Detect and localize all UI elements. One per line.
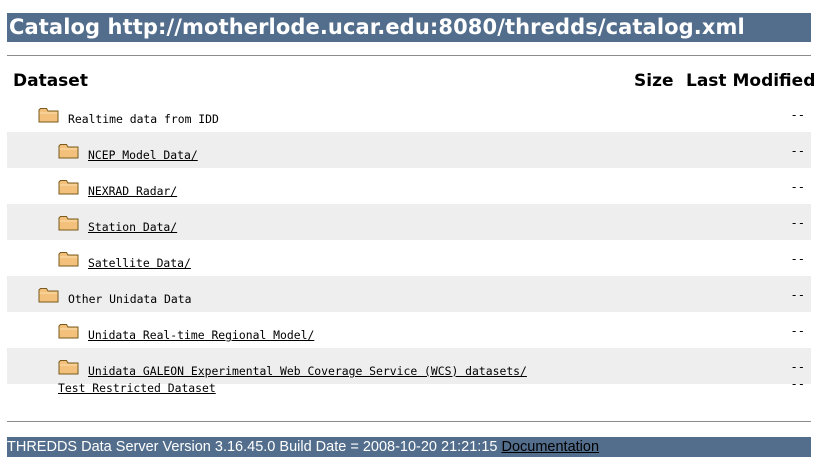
last-modified-value: -- [790,144,805,158]
dataset-link[interactable]: Station Data/ [88,220,177,234]
column-header-dataset: Dataset [13,71,88,91]
column-header-last-modified: Last Modified [686,71,816,91]
dataset-link[interactable]: Test Restricted Dataset [58,381,216,395]
folder-icon [58,143,79,159]
table-row: Other Unidata Data -- [7,276,811,312]
table-row: Test Restricted Dataset -- [7,377,811,420]
table-row: NCEP Model Data/ -- [7,132,811,168]
folder-icon [38,287,59,303]
table-row: Unidata Real-time Regional Model/ -- [7,312,811,348]
dataset-link[interactable]: Unidata Real-time Regional Model/ [88,328,314,342]
last-modified-value: -- [790,216,805,230]
folder-icon [58,179,79,195]
table-row: NEXRAD Radar/ -- [7,168,811,204]
dataset-label: Other Unidata Data [68,292,192,306]
title-bar: Catalog http://motherlode.ucar.edu:8080/… [7,13,811,42]
dataset-link[interactable]: Unidata GALEON Experimental Web Coverage… [88,364,527,378]
last-modified-value: -- [790,288,805,302]
last-modified-value: -- [790,252,805,266]
last-modified-value: -- [790,377,805,391]
table-row: Unidata GALEON Experimental Web Coverage… [7,348,811,384]
footer-bar: THREDDS Data Server Version 3.16.45.0 Bu… [7,437,811,457]
documentation-link[interactable]: Documentation [502,439,600,455]
last-modified-value: -- [790,324,805,338]
folder-icon [58,215,79,231]
dataset-link[interactable]: Satellite Data/ [88,256,191,270]
folder-icon [58,323,79,339]
folder-icon [58,359,79,375]
top-divider [7,55,811,56]
dataset-link[interactable]: NEXRAD Radar/ [88,184,177,198]
table-row: Station Data/ -- [7,204,811,240]
folder-icon [58,251,79,267]
column-header-size: Size [634,71,674,91]
last-modified-value: -- [790,180,805,194]
dataset-link[interactable]: NCEP Model Data/ [88,148,198,162]
server-version-text: THREDDS Data Server Version 3.16.45.0 Bu… [7,439,498,455]
table-row: Realtime data from IDD -- [7,96,811,132]
folder-icon [38,107,59,123]
bottom-divider [7,421,811,422]
page-title: Catalog http://motherlode.ucar.edu:8080/… [9,15,745,39]
last-modified-value: -- [790,360,805,374]
dataset-label: Realtime data from IDD [68,112,219,126]
table-row: Satellite Data/ -- [7,240,811,276]
last-modified-value: -- [790,108,805,122]
